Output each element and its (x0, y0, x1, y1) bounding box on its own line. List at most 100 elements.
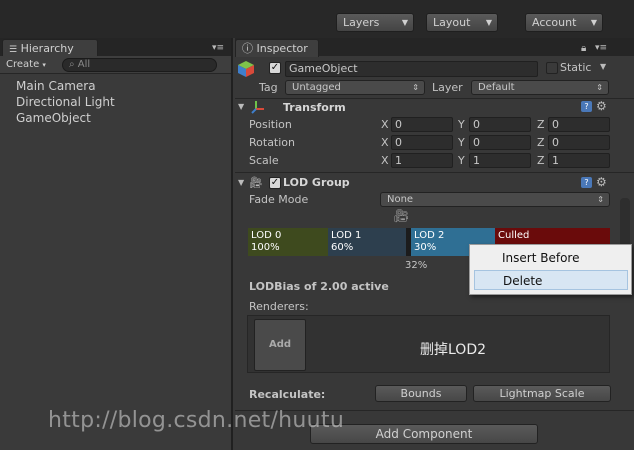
position-z-field[interactable]: 0 (548, 117, 610, 132)
fade-mode-dropdown[interactable]: None ⇕ (380, 192, 610, 207)
axis-y-label: Y (458, 154, 465, 167)
layout-label: Layout (433, 16, 471, 29)
lod-camera-icon: 🎥︎ (249, 176, 263, 189)
active-checkbox[interactable]: ✓ (269, 62, 281, 74)
fade-mode-label: Fade Mode (249, 193, 309, 206)
chevron-down-icon[interactable]: ▼ (600, 62, 606, 71)
layers-dropdown[interactable]: Layers ▼ (336, 13, 414, 32)
lod-bias-text: LODBias of 2.00 active (249, 280, 389, 293)
axis-x-label: X (381, 118, 389, 131)
gear-icon[interactable]: ⚙ (596, 99, 607, 113)
camera-marker-icon[interactable]: 🎥︎ (393, 209, 410, 224)
layer-label: Layer (432, 81, 463, 94)
object-name-field[interactable]: GameObject (285, 61, 538, 77)
help-book-icon[interactable]: ? (581, 101, 592, 112)
position-x-field[interactable]: 0 (391, 117, 453, 132)
hierarchy-toolbar: Create ▾ ⌕ All (0, 56, 231, 74)
hierarchy-item-main-camera[interactable]: Main Camera (16, 79, 96, 93)
hierarchy-panel: ☰ Hierarchy ▾≡ Create ▾ ⌕ All Main Camer… (0, 38, 233, 450)
axis-y-label: Y (458, 118, 465, 131)
annotation-note: 删掉LOD2 (420, 342, 487, 358)
lock-icon[interactable]: 🔒︎ (581, 43, 586, 54)
transform-axes-icon (251, 100, 265, 114)
inspector-tab-label: Inspector (256, 42, 308, 55)
top-toolbar: Layers ▼ Layout ▼ Account ▼ (0, 0, 634, 38)
info-icon: ⓘ (242, 42, 253, 55)
chevron-updown-icon: ⇕ (596, 83, 603, 92)
layout-dropdown[interactable]: Layout ▼ (426, 13, 498, 32)
chevron-updown-icon: ⇕ (597, 195, 604, 204)
chevron-updown-icon: ⇕ (412, 83, 419, 92)
menu-item-delete[interactable]: Delete (474, 270, 628, 290)
tag-dropdown[interactable]: Untagged ⇕ (285, 80, 425, 95)
layers-label: Layers (343, 16, 380, 29)
search-input[interactable]: ⌕ All (62, 58, 217, 72)
marker-percent: 32% (405, 260, 428, 271)
transform-title[interactable]: Transform (283, 101, 346, 114)
lod-1-name: LOD 1 (331, 230, 362, 241)
tag-value: Untagged (292, 82, 341, 93)
foldout-arrow-icon[interactable]: ▼ (238, 178, 244, 187)
search-placeholder: All (77, 59, 91, 70)
lod-1-segment[interactable]: LOD 1 60% (328, 228, 406, 256)
rotation-x-field[interactable]: 0 (391, 135, 453, 150)
chevron-down-icon: ▼ (401, 18, 408, 27)
position-label: Position (249, 118, 292, 131)
axis-z-label: Z (537, 136, 545, 149)
divider (235, 98, 634, 99)
account-dropdown[interactable]: Account ▼ (525, 13, 603, 32)
create-label: Create (6, 59, 40, 70)
scale-label: Scale (249, 154, 279, 167)
static-checkbox[interactable] (546, 62, 558, 74)
lod-0-pct: 100% (251, 242, 280, 253)
scale-z-field[interactable]: 1 (548, 153, 610, 168)
tab-hierarchy[interactable]: ☰ Hierarchy (2, 39, 98, 57)
foldout-arrow-icon[interactable]: ▼ (238, 102, 244, 111)
layer-value: Default (478, 82, 515, 93)
rotation-label: Rotation (249, 136, 296, 149)
renderers-label: Renderers: (249, 300, 309, 313)
panel-menu-icon[interactable]: ▾≡ (212, 43, 224, 53)
lod-0-name: LOD 0 (251, 230, 282, 241)
scale-x-field[interactable]: 1 (391, 153, 453, 168)
hierarchy-item-directional-light[interactable]: Directional Light (16, 95, 115, 109)
axis-z-label: Z (537, 118, 545, 131)
account-label: Account (532, 16, 577, 29)
lod-enabled-checkbox[interactable]: ✓ (269, 177, 281, 189)
static-label: Static (560, 61, 592, 74)
add-renderer-button[interactable]: Add (254, 319, 306, 371)
recalculate-label: Recalculate: (249, 388, 326, 401)
axis-z-label: Z (537, 154, 545, 167)
layer-dropdown[interactable]: Default ⇕ (471, 80, 609, 95)
chevron-down-icon: ▼ (590, 18, 597, 27)
menu-item-insert-before[interactable]: Insert Before (474, 248, 628, 268)
hierarchy-icon: ☰ (9, 45, 18, 55)
rotation-y-field[interactable]: 0 (469, 135, 531, 150)
rotation-z-field[interactable]: 0 (548, 135, 610, 150)
chevron-down-icon: ▼ (485, 18, 492, 27)
lod-2-name: LOD 2 (414, 230, 445, 241)
create-button[interactable]: Create ▾ (6, 58, 56, 72)
panel-menu-icon[interactable]: ▾≡ (595, 43, 607, 53)
axis-x-label: X (381, 136, 389, 149)
bounds-button[interactable]: Bounds (375, 385, 467, 402)
scale-y-field[interactable]: 1 (469, 153, 531, 168)
fade-mode-value: None (387, 194, 414, 205)
hierarchy-item-gameobject[interactable]: GameObject (16, 111, 91, 125)
lod-0-segment[interactable]: LOD 0 100% (248, 228, 328, 256)
hierarchy-tab-label: Hierarchy (20, 42, 74, 55)
axis-x-label: X (381, 154, 389, 167)
lod-1-pct: 60% (331, 242, 354, 253)
renderers-box: Add 删掉LOD2 (247, 315, 610, 373)
gear-icon[interactable]: ⚙ (596, 175, 607, 189)
search-icon: ⌕ (69, 59, 75, 70)
chevron-down-icon: ▾ (42, 61, 46, 69)
tab-inspector[interactable]: ⓘ Inspector (235, 39, 319, 57)
position-y-field[interactable]: 0 (469, 117, 531, 132)
lod-group-title[interactable]: LOD Group (283, 176, 350, 189)
axis-y-label: Y (458, 136, 465, 149)
add-component-button[interactable]: Add Component (310, 424, 538, 444)
watermark-text: http://blog.csdn.net/huutu (48, 408, 345, 433)
help-book-icon[interactable]: ? (581, 177, 592, 188)
lightmap-scale-button[interactable]: Lightmap Scale (473, 385, 611, 402)
